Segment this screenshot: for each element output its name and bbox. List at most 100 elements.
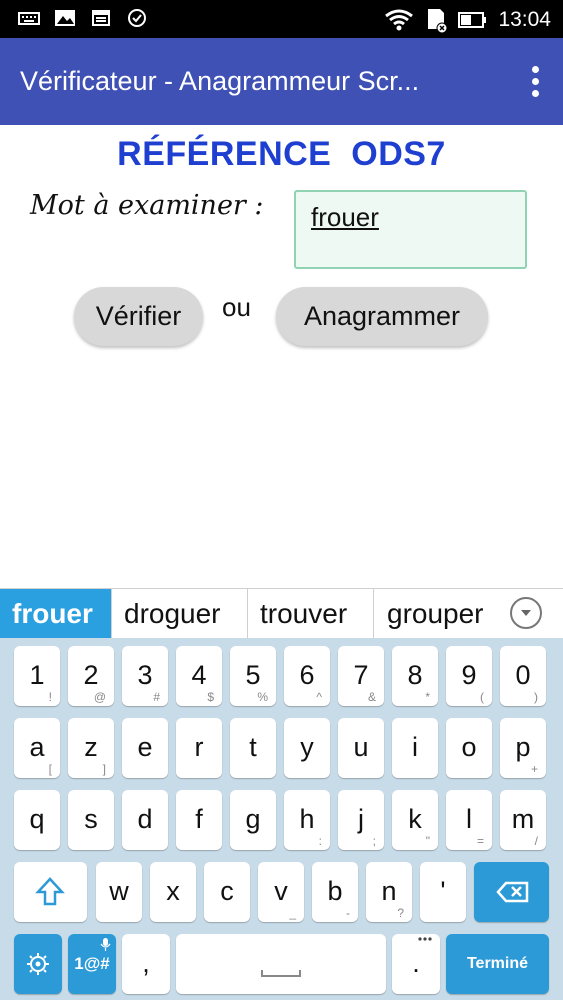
- space-key[interactable]: [176, 934, 386, 994]
- key-2[interactable]: 2 @: [68, 646, 114, 706]
- key-label: q: [29, 804, 45, 834]
- key-hint: _: [289, 906, 296, 920]
- key-w[interactable]: w: [96, 862, 142, 922]
- key-hint: *: [425, 690, 430, 704]
- key-q[interactable]: q: [14, 790, 60, 850]
- key-hint: #: [153, 690, 160, 704]
- key-b[interactable]: b-: [312, 862, 358, 922]
- or-text: ou: [222, 292, 251, 322]
- key-label: 4: [191, 660, 207, 690]
- key-label: a: [29, 732, 45, 762]
- overflow-menu-icon[interactable]: [529, 66, 541, 100]
- settings-key[interactable]: [14, 934, 62, 994]
- image-icon: [55, 10, 75, 26]
- key-8[interactable]: 8 *: [392, 646, 438, 706]
- key-i[interactable]: i: [392, 718, 438, 778]
- key-label: r: [194, 732, 204, 762]
- key-0[interactable]: 0): [500, 646, 546, 706]
- key-d[interactable]: d: [122, 790, 168, 850]
- key-z[interactable]: z]: [68, 718, 114, 778]
- anagram-button[interactable]: Anagrammer: [276, 287, 488, 346]
- key-label: c: [220, 876, 234, 906]
- verify-button[interactable]: Vérifier: [74, 287, 203, 346]
- backspace-icon: [496, 881, 529, 903]
- key-label: 9: [461, 660, 477, 690]
- key-o[interactable]: o: [446, 718, 492, 778]
- key-t[interactable]: t: [230, 718, 276, 778]
- key-hint: ;: [372, 834, 376, 848]
- key-3[interactable]: 3 #: [122, 646, 168, 706]
- key-label: 0: [515, 660, 531, 690]
- key-k[interactable]: k ": [392, 790, 438, 850]
- key-label: k: [408, 804, 422, 834]
- comma-key[interactable]: ,: [122, 934, 170, 994]
- key-n[interactable]: n?: [366, 862, 412, 922]
- key-4[interactable]: 4 $: [176, 646, 222, 706]
- key-v[interactable]: v _: [258, 862, 304, 922]
- shift-icon: [35, 877, 65, 906]
- backspace-key[interactable]: [474, 862, 549, 922]
- key-l[interactable]: l =: [446, 790, 492, 850]
- key-g[interactable]: g: [230, 790, 276, 850]
- word-label: Mot à examiner :: [30, 190, 264, 221]
- key-hint: !: [48, 690, 52, 704]
- key-hint: [: [48, 762, 52, 776]
- keyboard-icon: [18, 12, 40, 25]
- key-6[interactable]: 6 ^: [284, 646, 330, 706]
- key-label: 5: [245, 660, 261, 690]
- key-p[interactable]: p +: [500, 718, 546, 778]
- key-f[interactable]: f: [176, 790, 222, 850]
- suggestion-bar: frouer droguer trouver grouper: [0, 588, 563, 639]
- key-label: d: [137, 804, 153, 834]
- suggestion-item[interactable]: trouver: [260, 589, 347, 639]
- key-hint: =: [476, 834, 484, 848]
- key-a[interactable]: a[: [14, 718, 60, 778]
- key-label: g: [245, 804, 261, 834]
- key-1[interactable]: 1!: [14, 646, 60, 706]
- suggestion-item[interactable]: droguer: [124, 589, 221, 639]
- expand-suggestions-icon[interactable]: [510, 597, 542, 629]
- key-c[interactable]: c: [204, 862, 250, 922]
- key-j[interactable]: j;: [338, 790, 384, 850]
- symbols-key-label: 1@#: [74, 954, 110, 973]
- shift-key[interactable]: [14, 862, 87, 922]
- key-label: v: [274, 876, 288, 906]
- suggestion-item[interactable]: frouer: [0, 589, 111, 639]
- key-e[interactable]: e: [122, 718, 168, 778]
- key-hint: /: [534, 834, 538, 848]
- key-label: f: [195, 804, 203, 834]
- key-5[interactable]: 5%: [230, 646, 276, 706]
- key-label: 1: [29, 660, 45, 690]
- suggestion-item[interactable]: grouper: [387, 589, 497, 639]
- period-key[interactable]: .: [392, 934, 440, 994]
- key-y[interactable]: y: [284, 718, 330, 778]
- symbols-key[interactable]: 1@#: [68, 934, 116, 994]
- key-9[interactable]: 9(: [446, 646, 492, 706]
- key-m[interactable]: m /: [500, 790, 546, 850]
- key-r[interactable]: r: [176, 718, 222, 778]
- key-label: 3: [137, 660, 153, 690]
- space-icon: [261, 970, 301, 977]
- key-label: 6: [299, 660, 315, 690]
- sd-card-icon: [428, 9, 448, 33]
- key-label: m: [511, 804, 535, 834]
- key-apostrophe[interactable]: ': [420, 862, 466, 922]
- calendar-icon: [92, 10, 110, 26]
- key-label: 2: [83, 660, 99, 690]
- key-s[interactable]: s: [68, 790, 114, 850]
- key-7[interactable]: 7 &: [338, 646, 384, 706]
- keyboard: 1! 2 @3 #4 $5% 6 ^ 7 & 8 * 9(0) a[z] e r t y u i o p + qsdfg…: [0, 638, 563, 1000]
- key-hint: ?: [397, 906, 404, 920]
- key-hint: +: [530, 762, 538, 776]
- key-hint: ]: [102, 762, 106, 776]
- key-label: p: [515, 732, 531, 762]
- key-hint: ^: [316, 690, 322, 704]
- word-input[interactable]: frouer: [294, 190, 527, 269]
- key-x[interactable]: x: [150, 862, 196, 922]
- key-hint: $: [207, 690, 214, 704]
- key-h[interactable]: h:: [284, 790, 330, 850]
- key-u[interactable]: u: [338, 718, 384, 778]
- key-hint: &: [367, 690, 376, 704]
- done-key[interactable]: Terminé: [446, 934, 549, 994]
- key-label: l: [466, 804, 472, 834]
